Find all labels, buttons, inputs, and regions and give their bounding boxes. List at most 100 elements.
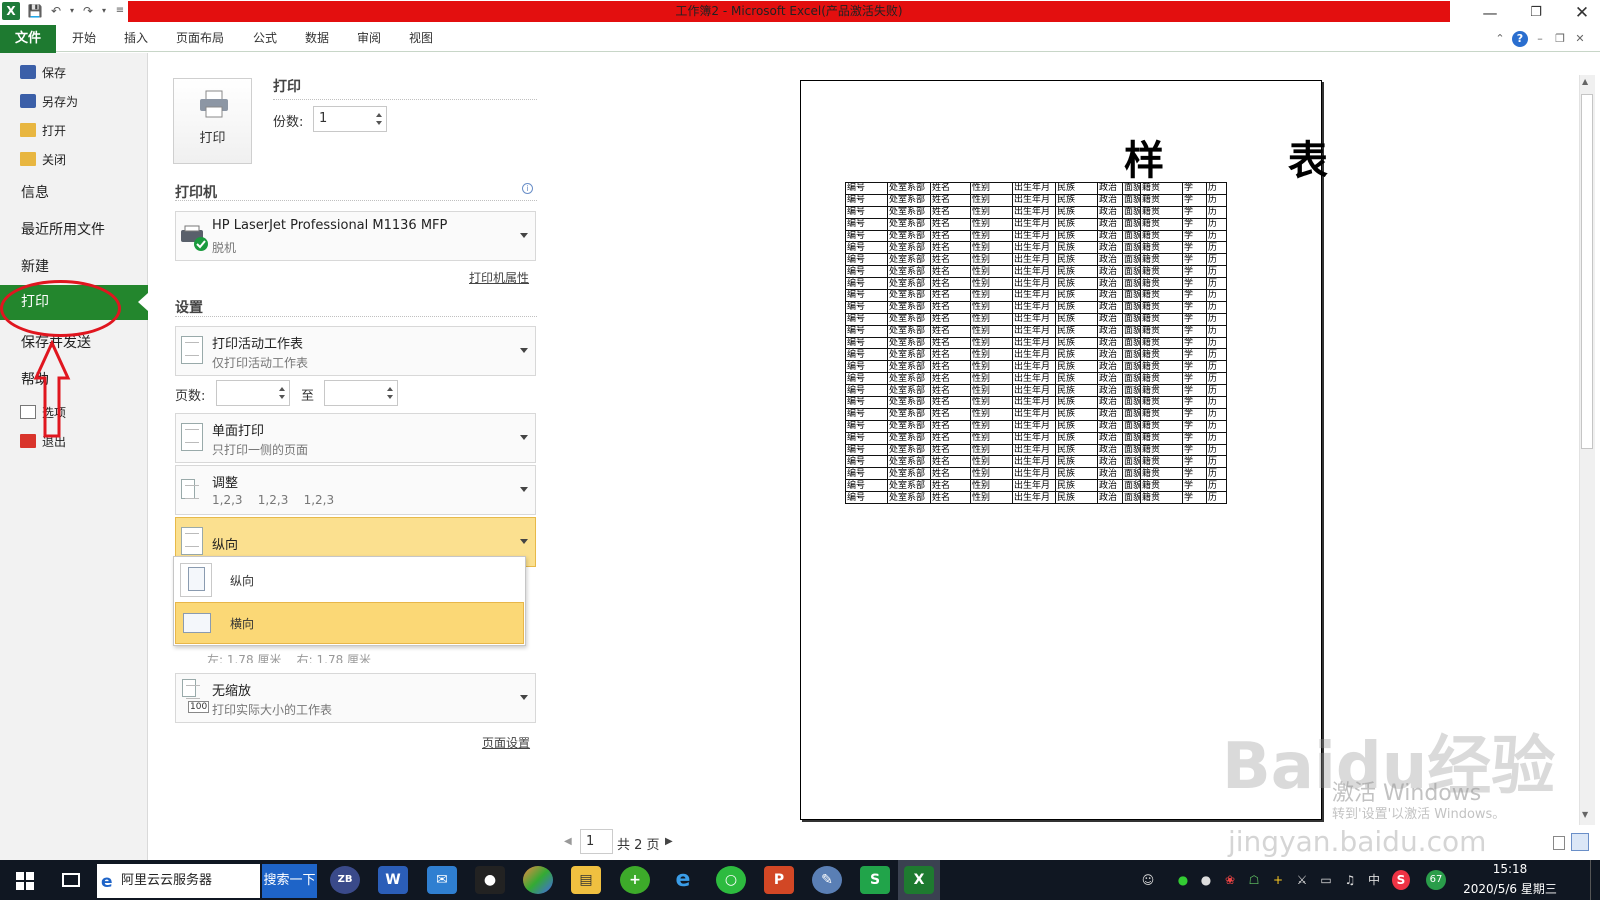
scaling-select[interactable]: 100 无缩放 打印实际大小的工作表 [175, 673, 536, 723]
minimize-button[interactable]: — [1467, 0, 1513, 26]
collapse-ribbon-icon[interactable]: ⌃ [1492, 31, 1508, 47]
spin-up-icon[interactable] [279, 387, 285, 391]
mail-app-icon[interactable]: ✉ [427, 866, 457, 894]
tab-file[interactable]: 文件 [0, 25, 56, 53]
customize-toolbar-icon[interactable]: ≡ [112, 3, 128, 19]
wps-app-icon[interactable]: S [860, 866, 890, 894]
next-page-icon[interactable]: ▶ [665, 836, 673, 847]
qq-tray-icon[interactable]: ● [1198, 870, 1214, 890]
preview-table-row: 编号 处室系部 姓名 性别 出生年月 民族 政治 面貌 籍贯学历 [845, 455, 1227, 469]
tab-formulas[interactable]: 公式 [253, 25, 277, 52]
qq-app-icon[interactable]: ● [475, 866, 505, 894]
close-window-button[interactable]: ✕ [1559, 0, 1600, 26]
spin-down-icon[interactable] [376, 121, 382, 125]
preview-table-row: 编号 处室系部 姓名 性别 出生年月 民族 政治 面貌 籍贯学历 [845, 491, 1227, 505]
file-explorer-icon[interactable]: ▤ [571, 866, 601, 894]
show-desktop-button[interactable] [1590, 860, 1598, 900]
nav-new[interactable]: 新建 [21, 254, 49, 280]
powerpoint-app-icon[interactable]: P [764, 866, 794, 894]
nav-info[interactable]: 信息 [21, 180, 49, 206]
tab-review[interactable]: 审阅 [357, 25, 381, 52]
scroll-up-icon[interactable]: ▲ [1582, 77, 1588, 86]
undo-dropdown-icon[interactable]: ▾ [64, 3, 80, 19]
tab-view[interactable]: 视图 [409, 25, 433, 52]
defender-tray-icon[interactable]: ⚔ [1294, 870, 1310, 890]
clock-date[interactable]: 2020/5/6 星期三 [1450, 880, 1570, 897]
zoom-to-page-icon[interactable] [1571, 833, 1589, 851]
task-view-icon[interactable] [62, 873, 80, 887]
page-number-input[interactable]: 1 [580, 829, 613, 854]
show-margins-icon[interactable] [1553, 836, 1565, 850]
zzb-app-icon[interactable]: ZB [330, 866, 360, 894]
undo-icon[interactable]: ↶ [48, 3, 64, 19]
pages-to-spinner[interactable] [324, 380, 398, 406]
preview-table-cell: 籍贯 [1140, 312, 1183, 326]
people-icon[interactable]: ☺ [1140, 870, 1156, 890]
nav-recent[interactable]: 最近所用文件 [21, 217, 105, 243]
spin-down-icon[interactable] [279, 395, 285, 399]
ie-app-icon[interactable]: e [668, 866, 698, 894]
doc-restore-icon[interactable]: ❐ [1552, 31, 1568, 47]
nav-save-as[interactable]: 另存为 [20, 90, 78, 114]
security-app-icon[interactable]: + [620, 866, 650, 894]
sogou-ime-icon[interactable]: S [1392, 870, 1410, 890]
preview-table-cell: 历 [1206, 372, 1227, 386]
volume-icon[interactable]: ♫ [1342, 870, 1358, 890]
scrollbar-thumb[interactable] [1581, 94, 1593, 449]
doc-minimize-icon[interactable]: – [1532, 31, 1548, 47]
paint-app-icon[interactable]: ✎ [812, 866, 842, 894]
print-what-select[interactable]: 打印活动工作表 仅打印活动工作表 [175, 326, 536, 376]
nav-save[interactable]: 保存 [20, 61, 66, 85]
clock-time[interactable]: 15:18 [1460, 862, 1560, 876]
copies-spinner[interactable]: 1 [313, 106, 387, 132]
chevron-down-icon [520, 695, 528, 700]
taskbar-search-button[interactable]: 搜索一下 [262, 864, 317, 898]
spin-up-icon[interactable] [387, 387, 393, 391]
preview-table-cell: 姓名 [930, 336, 971, 350]
pages-from-spinner[interactable] [216, 380, 290, 406]
excel-app-icon[interactable]: X [2, 2, 20, 20]
copies-value: 1 [319, 111, 328, 126]
windows-start-icon[interactable] [16, 872, 34, 890]
flower-tray-icon[interactable]: ❀ [1222, 870, 1238, 890]
browser-app-icon[interactable] [523, 866, 553, 894]
ime-indicator[interactable]: 中 [1366, 870, 1382, 890]
spin-up-icon[interactable] [376, 113, 382, 117]
doc-close-icon[interactable]: ✕ [1572, 31, 1588, 47]
wechat-tray-icon[interactable]: ● [1175, 870, 1191, 890]
printer-select[interactable]: HP LaserJet Professional M1136 MFP 脱机 [175, 211, 536, 261]
tab-insert[interactable]: 插入 [124, 25, 148, 52]
redo-icon[interactable]: ↷ [80, 3, 96, 19]
printer-properties-link[interactable]: 打印机属性 [469, 269, 529, 286]
preview-table-cell: 姓名 [930, 241, 971, 255]
collate-select[interactable]: 调整 1,2,3 1,2,3 1,2,3 [175, 465, 536, 515]
page-setup-link[interactable]: 页面设置 [482, 734, 530, 751]
prev-page-icon[interactable]: ◀ [564, 836, 572, 847]
shield-tray-icon[interactable]: ☖ [1246, 870, 1262, 890]
preview-table-cell: 编号 [845, 479, 888, 493]
preview-table-row: 编号 处室系部 姓名 性别 出生年月 民族 政治 面貌 籍贯学历 [845, 479, 1227, 493]
nav-open[interactable]: 打开 [20, 119, 66, 143]
network-icon[interactable]: ▭ [1318, 870, 1334, 890]
redo-dropdown-icon[interactable]: ▾ [96, 3, 112, 19]
notification-badge[interactable]: 67 [1426, 870, 1446, 890]
orientation-option-landscape[interactable]: 横向 [175, 602, 524, 644]
orientation-option-portrait[interactable]: 纵向 [175, 559, 524, 601]
security-tray-icon[interactable]: + [1270, 870, 1286, 890]
info-icon[interactable]: i [522, 183, 533, 194]
restore-button[interactable]: ❐ [1513, 0, 1559, 26]
nav-close[interactable]: 关闭 [20, 148, 66, 172]
scroll-down-icon[interactable]: ▼ [1582, 810, 1588, 819]
excel-app-icon[interactable]: X [904, 866, 934, 894]
tab-home[interactable]: 开始 [72, 25, 96, 52]
help-icon[interactable]: ? [1512, 31, 1528, 47]
wechat-app-icon[interactable]: ○ [716, 866, 746, 894]
sides-select[interactable]: 单面打印 只打印一侧的页面 [175, 413, 536, 463]
tab-data[interactable]: 数据 [305, 25, 329, 52]
tab-page-layout[interactable]: 页面布局 [176, 25, 224, 52]
print-button[interactable]: 打印 [173, 78, 252, 164]
spin-down-icon[interactable] [387, 395, 393, 399]
word-app-icon[interactable]: W [378, 866, 408, 894]
save-icon[interactable]: 💾 [27, 3, 43, 19]
taskbar-search-input[interactable]: 阿里云云服务器 [97, 864, 260, 898]
